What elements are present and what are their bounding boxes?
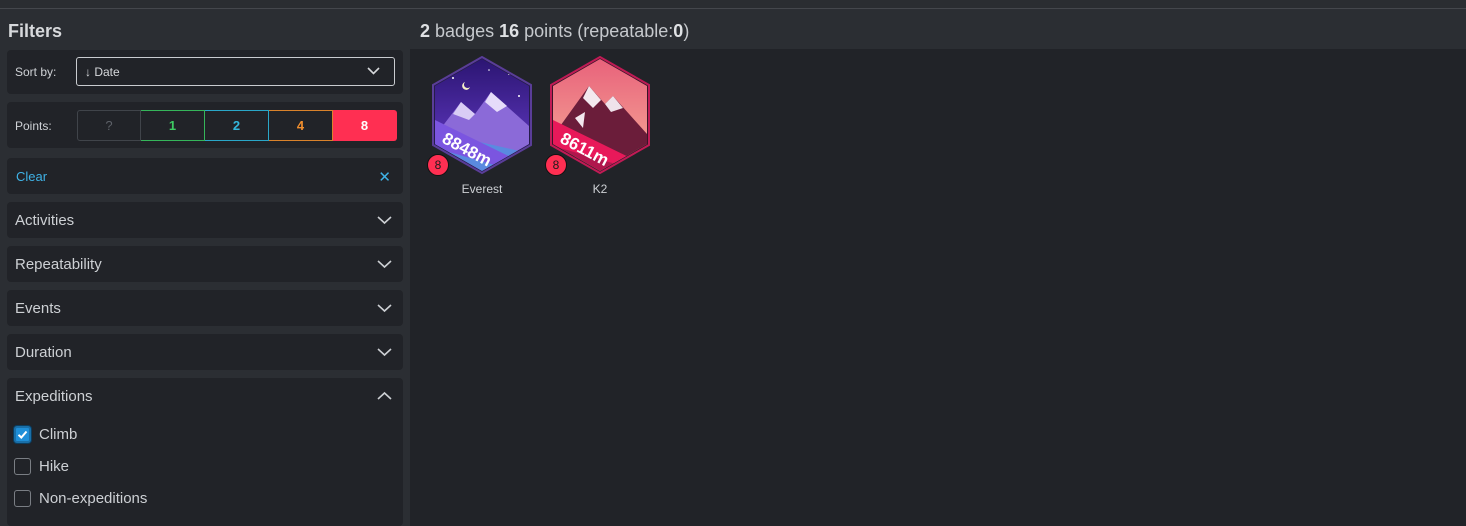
badges-main: 2 badges 16 points (repeatable:0) 8848m … <box>410 10 1466 526</box>
points-option-4[interactable]: 4 <box>269 110 333 141</box>
badge-summary: 2 badges 16 points (repeatable:0) <box>420 21 689 42</box>
check-icon <box>17 430 28 439</box>
climb-label: Climb <box>39 425 78 443</box>
close-icon[interactable]: ✕ <box>378 168 391 186</box>
repeatable-prefix: (repeatable: <box>577 21 674 41</box>
accordion-duration-label: Duration <box>15 344 72 361</box>
sort-panel: Sort by: ↓ Date <box>7 50 403 94</box>
expedition-option-non-expeditions[interactable]: Non-expeditions <box>14 488 147 508</box>
clear-filters-button[interactable]: Clear ✕ <box>7 158 403 194</box>
points-word: points <box>524 21 573 41</box>
points-count: 16 <box>499 21 520 41</box>
sort-select[interactable]: ↓ Date <box>76 57 395 86</box>
points-segmented-control: ? 1 2 4 8 <box>77 110 397 141</box>
non-expeditions-label: Non-expeditions <box>39 489 148 507</box>
chevron-down-icon <box>377 348 392 357</box>
accordion-expeditions-label[interactable]: Expeditions <box>15 388 93 405</box>
points-option-unknown[interactable]: ? <box>77 110 141 141</box>
accordion-events[interactable]: Events <box>7 290 403 326</box>
mountain-badge-image: 8848m <box>432 56 532 174</box>
badge-k2-name: K2 <box>592 182 608 196</box>
mountain-badge-image: 8611m <box>550 56 650 174</box>
chevron-down-icon <box>377 216 392 225</box>
summary-header: 2 badges 16 points (repeatable:0) <box>410 10 1466 49</box>
accordion-events-label: Events <box>15 300 61 317</box>
hike-label: Hike <box>39 457 70 475</box>
badge-k2[interactable]: 8611m 8 K2 <box>545 56 655 206</box>
expedition-option-climb[interactable]: Climb <box>14 424 77 444</box>
expedition-option-hike[interactable]: Hike <box>14 456 69 476</box>
accordion-expeditions: Expeditions Climb Hike Non-expeditions <box>7 378 403 526</box>
accordion-activities-label: Activities <box>15 212 75 229</box>
badge-points-indicator: 8 <box>545 154 567 176</box>
climb-checkbox[interactable] <box>14 425 31 443</box>
badges-word: badges <box>435 21 495 41</box>
badge-everest[interactable]: 8848m 8 Everest <box>427 56 537 206</box>
filters-title: Filters <box>8 21 63 41</box>
accordion-activities[interactable]: Activities <box>7 202 403 238</box>
non-expeditions-checkbox[interactable] <box>14 489 31 507</box>
points-option-2[interactable]: 2 <box>205 110 269 141</box>
badges-count: 2 <box>420 21 431 41</box>
repeatable-suffix: ) <box>683 21 690 41</box>
chevron-down-icon <box>377 260 392 269</box>
chevron-down-icon <box>367 67 380 75</box>
chevron-up-icon[interactable] <box>377 391 392 401</box>
points-option-1[interactable]: 1 <box>141 110 205 141</box>
badge-everest-name: Everest <box>461 182 503 196</box>
clear-label: Clear <box>16 169 48 184</box>
accordion-duration[interactable]: Duration <box>7 334 403 370</box>
points-label: Points: <box>15 119 52 133</box>
sort-label: Sort by: <box>15 65 57 79</box>
points-panel: Points: ? 1 2 4 8 <box>7 102 403 148</box>
points-option-8[interactable]: 8 <box>333 110 397 141</box>
top-bar <box>0 0 1466 9</box>
chevron-down-icon <box>377 304 392 313</box>
hike-checkbox[interactable] <box>14 457 31 475</box>
accordion-repeatability[interactable]: Repeatability <box>7 246 403 282</box>
filters-sidebar: Filters Sort by: ↓ Date Points: ? 1 2 4 … <box>0 10 410 526</box>
accordion-repeatability-label: Repeatability <box>15 256 102 273</box>
badge-points-indicator: 8 <box>427 154 449 176</box>
repeatable-count: 0 <box>673 21 684 41</box>
sort-select-value: ↓ Date <box>85 65 120 79</box>
